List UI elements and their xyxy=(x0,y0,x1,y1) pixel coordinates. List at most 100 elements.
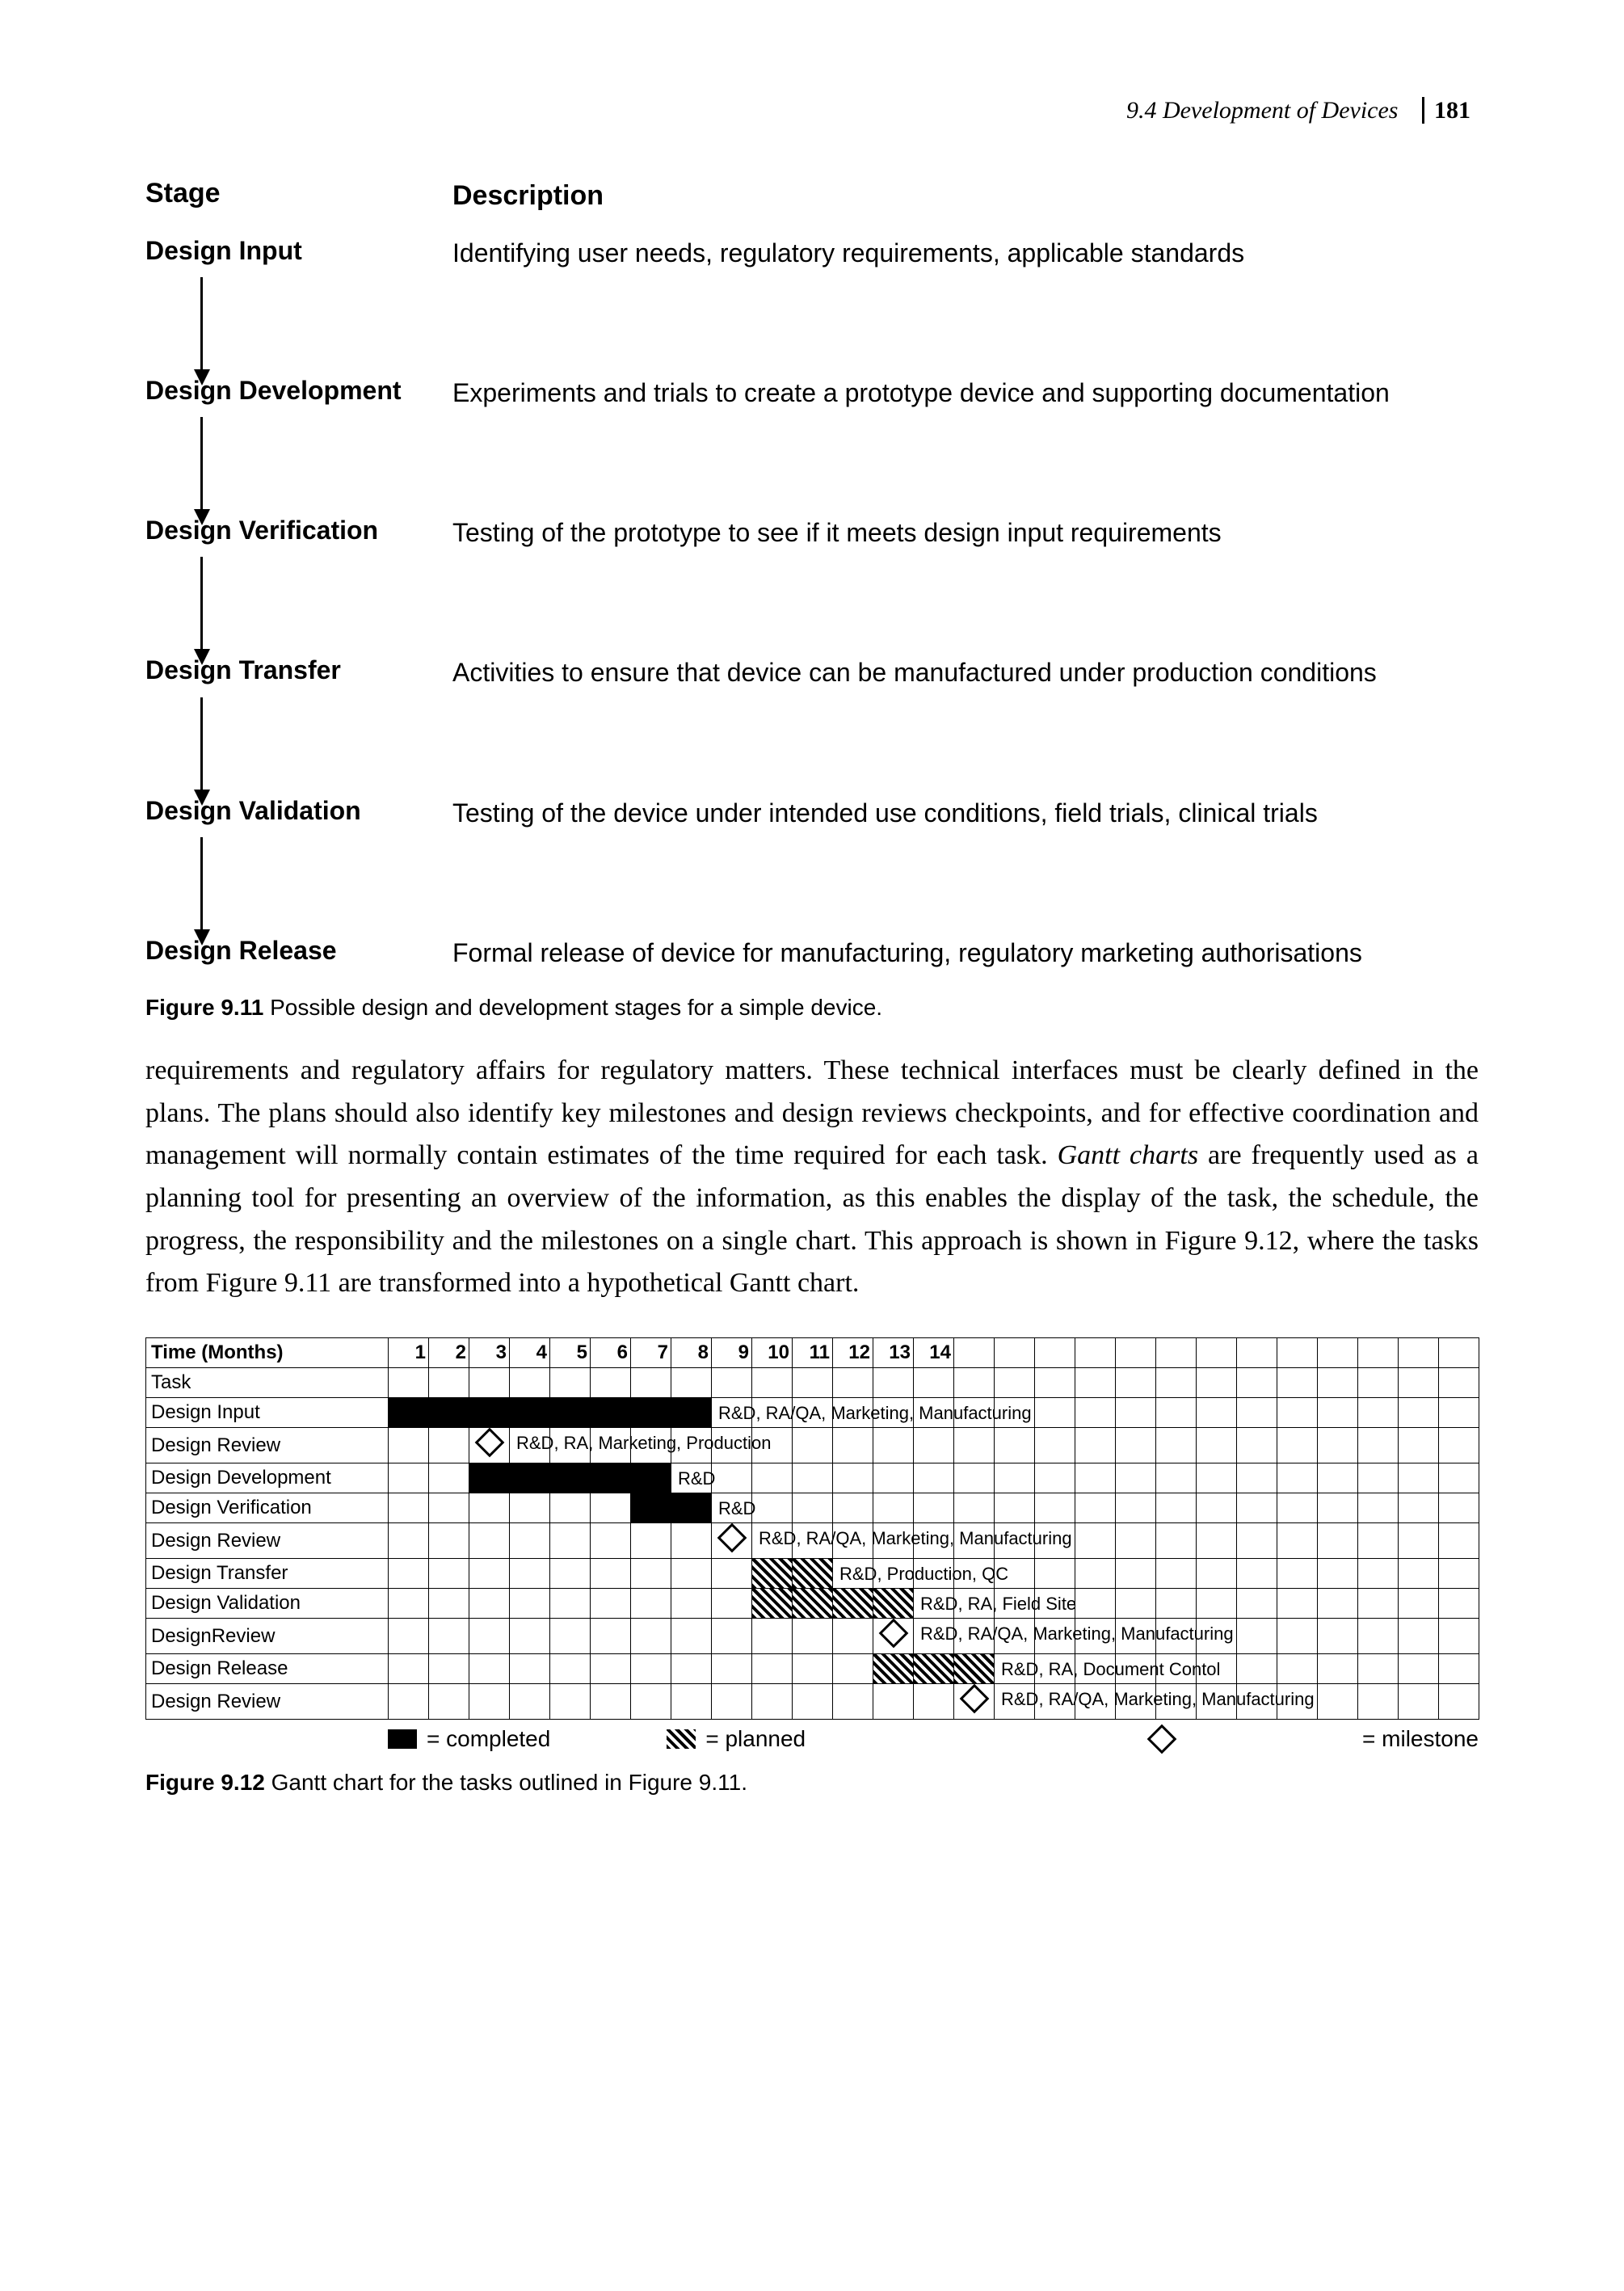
gantt-cell xyxy=(712,1684,752,1720)
gantt-cell xyxy=(1399,1368,1439,1398)
gantt-cell xyxy=(1197,1589,1237,1619)
gantt-cell xyxy=(1318,1684,1358,1720)
gantt-month: 13 xyxy=(873,1338,914,1368)
gantt-cell xyxy=(1075,1428,1116,1463)
gantt-cell xyxy=(1399,1559,1439,1589)
gantt-cell xyxy=(429,1589,469,1619)
gantt-cell xyxy=(671,1654,712,1684)
gantt-cell xyxy=(833,1463,873,1493)
gantt-cell xyxy=(1318,1398,1358,1428)
gantt-cell xyxy=(631,1559,671,1589)
gantt-cell xyxy=(1318,1559,1358,1589)
gantt-cell xyxy=(591,1654,631,1684)
gantt-cell xyxy=(1358,1398,1399,1428)
gantt-cell xyxy=(469,1589,510,1619)
gantt-cell xyxy=(429,1619,469,1654)
gantt-cell xyxy=(1035,1428,1075,1463)
gantt-cell xyxy=(1197,1523,1237,1559)
gantt-cell xyxy=(833,1493,873,1523)
gantt-cell xyxy=(510,1463,550,1493)
gantt-cell: R&D, RA/QA, Marketing, Manufacturing xyxy=(712,1398,752,1428)
figure-text: Gantt chart for the tasks outlined in Fi… xyxy=(265,1770,747,1795)
gantt-cell xyxy=(752,1493,793,1523)
gantt-cell xyxy=(1116,1589,1156,1619)
gantt-month: 10 xyxy=(752,1338,793,1368)
gantt-month xyxy=(1399,1338,1439,1368)
gantt-cell xyxy=(914,1463,954,1493)
gantt-cell xyxy=(1318,1428,1358,1463)
gantt-resource-label: R&D, RA, Marketing, Production xyxy=(513,1433,771,1454)
gantt-month: 9 xyxy=(712,1338,752,1368)
legend-completed-swatch xyxy=(388,1729,417,1749)
gantt-cell xyxy=(1035,1398,1075,1428)
gantt-resource-label: R&D, RA/QA, Marketing, Manufacturing xyxy=(715,1403,1032,1424)
gantt-cell xyxy=(1277,1589,1318,1619)
gantt-month xyxy=(1035,1338,1075,1368)
running-header: 9.4 Development of Devices 181 xyxy=(1126,97,1470,124)
gantt-month xyxy=(1075,1338,1116,1368)
gantt-cell xyxy=(389,1523,429,1559)
gantt-cell xyxy=(671,1589,712,1619)
gantt-cell xyxy=(1237,1398,1277,1428)
gantt-cell xyxy=(550,1398,591,1428)
gantt-cell xyxy=(631,1619,671,1654)
gantt-cell xyxy=(1156,1368,1197,1398)
gantt-cell xyxy=(1277,1619,1318,1654)
gantt-cell xyxy=(833,1619,873,1654)
col-stage-header: Stage xyxy=(145,178,221,208)
gantt-cell xyxy=(1116,1398,1156,1428)
gantt-cell xyxy=(469,1463,510,1493)
gantt-month: 12 xyxy=(833,1338,873,1368)
gantt-cell xyxy=(429,1559,469,1589)
gantt-cell xyxy=(1035,1493,1075,1523)
gantt-cell xyxy=(631,1684,671,1720)
gantt-cell xyxy=(1116,1368,1156,1398)
gantt-cell xyxy=(914,1368,954,1398)
gantt-cell xyxy=(591,1493,631,1523)
gantt-cell xyxy=(429,1493,469,1523)
gantt-row: Design ReviewR&D, RA, Marketing, Product… xyxy=(146,1428,1479,1463)
gantt-cell xyxy=(1075,1368,1116,1398)
gantt-cell xyxy=(914,1654,954,1684)
gantt-cell xyxy=(510,1493,550,1523)
gantt-cell xyxy=(793,1619,833,1654)
gantt-time-header: Time (Months) xyxy=(146,1338,389,1368)
stage-label: Design Input xyxy=(145,236,302,265)
italic-term: Gantt charts xyxy=(1058,1140,1198,1170)
gantt-cell xyxy=(550,1463,591,1493)
gantt-cell xyxy=(550,1619,591,1654)
arrow-icon xyxy=(194,558,1479,655)
gantt-task-name: Design Development xyxy=(146,1463,389,1493)
gantt-cell xyxy=(469,1428,510,1463)
gantt-month: 8 xyxy=(671,1338,712,1368)
gantt-cell xyxy=(1116,1559,1156,1589)
gantt-cell xyxy=(833,1684,873,1720)
gantt-cell xyxy=(1318,1463,1358,1493)
gantt-cell xyxy=(631,1368,671,1398)
gantt-cell xyxy=(1399,1493,1439,1523)
gantt-cell xyxy=(1399,1684,1439,1720)
body-paragraph: requirements and regulatory affairs for … xyxy=(145,1050,1479,1305)
gantt-cell xyxy=(1318,1654,1358,1684)
gantt-cell xyxy=(954,1493,995,1523)
col-desc-header: Description xyxy=(452,180,604,211)
gantt-cell xyxy=(995,1368,1035,1398)
gantt-row: Design ReviewR&D, RA/QA, Marketing, Manu… xyxy=(146,1684,1479,1720)
gantt-cell xyxy=(1197,1428,1237,1463)
gantt-cell xyxy=(671,1619,712,1654)
gantt-task-name: Design Review xyxy=(146,1684,389,1720)
gantt-cell xyxy=(1439,1368,1479,1398)
legend-planned-label: = planned xyxy=(705,1726,806,1752)
gantt-cell xyxy=(1075,1493,1116,1523)
gantt-cell xyxy=(1318,1523,1358,1559)
gantt-cell xyxy=(631,1589,671,1619)
gantt-cell xyxy=(631,1463,671,1493)
gantt-chart: Time (Months)1234567891011121314TaskDesi… xyxy=(145,1337,1479,1754)
gantt-cell xyxy=(389,1493,429,1523)
gantt-cell xyxy=(429,1428,469,1463)
gantt-cell xyxy=(1237,1559,1277,1589)
gantt-month xyxy=(1318,1338,1358,1368)
gantt-cell xyxy=(1035,1559,1075,1589)
gantt-month: 14 xyxy=(914,1338,954,1368)
gantt-cell xyxy=(752,1368,793,1398)
